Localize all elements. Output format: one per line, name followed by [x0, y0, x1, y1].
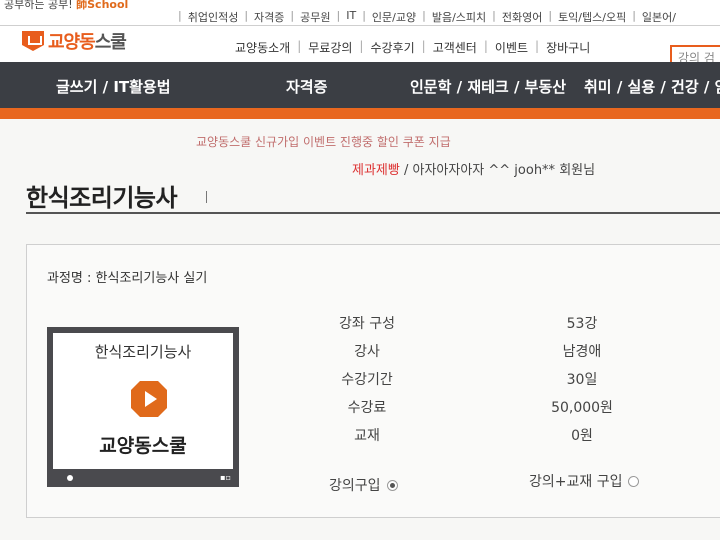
ticker-line-2[interactable]: 제과제빵 / 아자아자아자 ^^ jooh** 회원님	[352, 159, 595, 178]
menu-about[interactable]: 교양동소개	[228, 39, 297, 56]
info-value-lessons: 53강	[566, 316, 598, 332]
notice-ticker: 교양동스쿨 신규가입 이벤트 진행중 할인 쿠폰 지급 제과제빵 / 아자아자아…	[0, 119, 720, 179]
purchase-option-lecture-book-label: 강의+교재 구입	[529, 474, 623, 490]
promo-text: 공부하는 공부! 師School	[4, 0, 128, 12]
progress-dot	[67, 475, 73, 481]
purchase-option-lecture-book-radio[interactable]	[628, 475, 640, 487]
info-value-instructor: 남경애	[562, 344, 602, 360]
info-label-lessons: 강좌 구성	[339, 316, 395, 332]
category-license[interactable]: 자격증	[286, 76, 327, 97]
purchase-option-lecture[interactable]: 강의구입	[329, 475, 398, 495]
info-value-period: 30일	[566, 372, 598, 388]
top-link-it[interactable]: IT	[340, 9, 362, 25]
promo-brand[interactable]: 師School	[76, 0, 128, 11]
info-label-instructor: 강사	[354, 344, 380, 360]
play-icon[interactable]	[131, 381, 167, 417]
logo-icon	[22, 31, 44, 51]
info-label-textbook: 교재	[354, 428, 380, 444]
top-link-humanities[interactable]: 인문/교양	[366, 9, 422, 25]
site-header: 교양동스쿨 교양동소개 | 무료강의 | 수강후기 | 고객센터 | 이벤트 | 장바구니…	[0, 26, 720, 67]
promo-label: 공부하는 공부!	[4, 0, 77, 11]
category-nav: 글쓰기 / IT활용법 자격증 인문학 / 재테크 / 부동산 취미 / 실용 …	[0, 62, 720, 108]
top-link-license[interactable]: 자격증	[248, 9, 290, 25]
top-links: | 취업인적성 | 자격증 | 공무원 | IT | 인문/교양 | 발음/스피치 | 전화영…	[178, 9, 682, 25]
title-divider	[206, 191, 207, 203]
top-link-phone-english[interactable]: 전화영어	[496, 9, 548, 25]
purchase-option-lecture-radio[interactable]	[386, 479, 398, 491]
purchase-option-lecture-label: 강의구입	[329, 478, 381, 494]
menu-events[interactable]: 이벤트	[488, 39, 535, 56]
menu-cart[interactable]: 장바구니	[539, 39, 597, 56]
top-link-job[interactable]: 취업인적성	[182, 9, 245, 25]
accent-bar	[0, 108, 720, 119]
menu-reviews[interactable]: 수강후기	[363, 39, 421, 56]
course-thumbnail[interactable]: 한식조리기능사 교양동스쿨 ▪▫	[47, 327, 239, 487]
thumbnail-title: 한식조리기능사	[94, 343, 192, 361]
info-value-textbook: 0원	[571, 428, 593, 444]
category-hobby[interactable]: 취미 / 실용 / 건강 / 암	[584, 76, 720, 97]
course-name: 과정명 : 한식조리기능사 실기	[47, 271, 208, 286]
info-label-fee: 수강료	[347, 400, 387, 416]
ticker-line-1[interactable]: 교양동스쿨 신규가입 이벤트 진행중 할인 쿠폰 지급	[196, 133, 451, 150]
course-panel: 과정명 : 한식조리기능사 실기 한식조리기능사 교양동스쿨 ▪▫ 강좌 구성 …	[26, 244, 720, 518]
menu-free-lectures[interactable]: 무료강의	[301, 39, 359, 56]
top-link-civil[interactable]: 공무원	[294, 9, 336, 25]
header-menu: 교양동소개 | 무료강의 | 수강후기 | 고객센터 | 이벤트 | 장바구니	[228, 39, 597, 56]
top-link-toeic[interactable]: 토익/텝스/오픽	[552, 9, 632, 25]
page-title: 한식조리기능사	[26, 184, 178, 212]
category-writing-it[interactable]: 글쓰기 / IT활용법	[56, 76, 171, 97]
top-link-strip: 공부하는 공부! 師School | 취업인적성 | 자격증 | 공무원 | IT | 인…	[0, 0, 720, 26]
menu-customer-center[interactable]: 고객센터	[426, 39, 484, 56]
title-underline	[26, 212, 720, 214]
info-label-period: 수강기간	[341, 372, 393, 388]
info-value-fee: 50,000원	[551, 400, 613, 416]
logo-text: 교양동스쿨	[48, 32, 127, 53]
category-humanities[interactable]: 인문학 / 재테크 / 부동산	[410, 76, 566, 97]
thumbnail-brand: 교양동스쿨	[99, 435, 187, 457]
top-link-speech[interactable]: 발음/스피치	[426, 9, 492, 25]
purchase-option-lecture-book[interactable]: 강의+교재 구입	[529, 471, 640, 491]
site-logo[interactable]: 교양동스쿨	[22, 28, 127, 54]
top-link-japanese[interactable]: 일본어/	[636, 9, 682, 25]
player-controls-icon: ▪▫	[220, 473, 231, 482]
